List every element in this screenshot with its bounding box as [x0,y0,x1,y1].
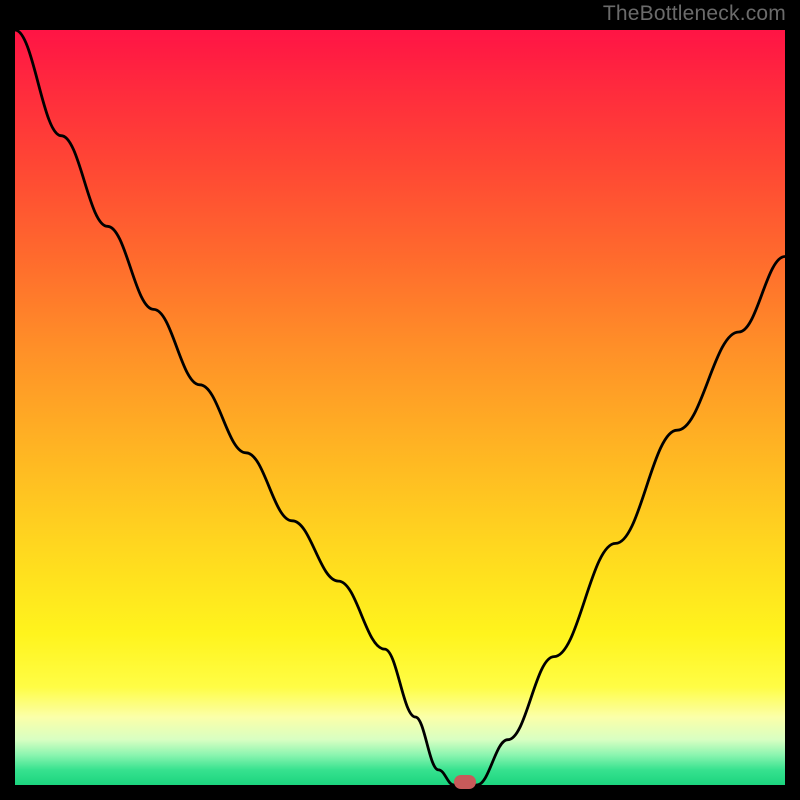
optimal-point-marker [454,775,476,789]
attribution-label: TheBottleneck.com [603,2,786,26]
plot-area [15,30,785,785]
curve-path [15,30,785,785]
chart-frame: TheBottleneck.com [0,0,800,800]
bottleneck-curve [15,30,785,785]
